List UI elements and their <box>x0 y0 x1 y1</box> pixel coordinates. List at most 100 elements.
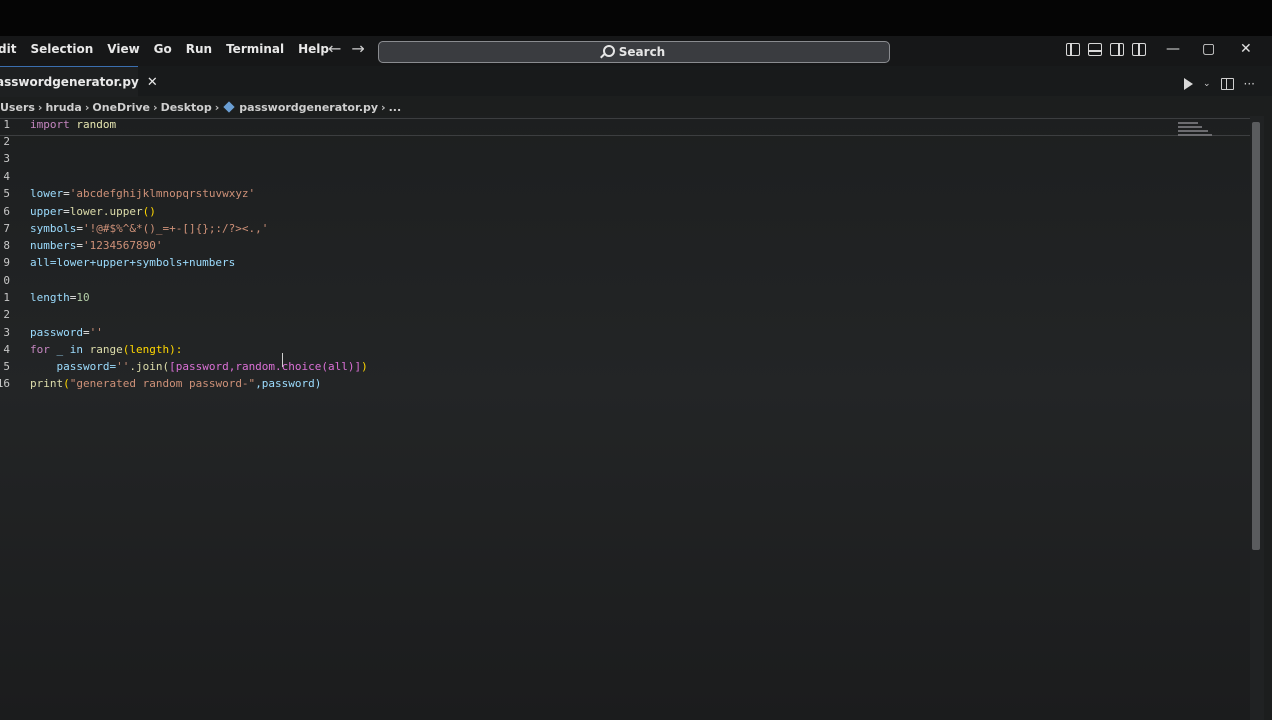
current-line-highlight <box>0 118 1250 136</box>
search-label: Search <box>618 45 666 59</box>
variable: upper <box>30 205 64 218</box>
function-name: print <box>30 377 64 390</box>
chevron-right-icon: › <box>381 100 386 114</box>
parentheses: () <box>142 205 156 218</box>
line-number: 1 <box>3 291 10 304</box>
forward-arrow-icon[interactable]: → <box>351 39 364 58</box>
layout-panel-icon[interactable] <box>1088 43 1102 56</box>
string-literal: "generated random password-" <box>69 377 256 390</box>
close-icon[interactable]: ✕ <box>1240 41 1252 57</box>
layout-controls <box>1066 43 1146 56</box>
string-literal: '1234567890' <box>82 239 163 252</box>
code-line-8: numbers='1234567890' <box>30 239 163 252</box>
line-number: 0 <box>3 274 10 287</box>
code-line-15: password=''.join([password,random.choice… <box>30 360 368 373</box>
chevron-right-icon: › <box>84 100 90 114</box>
line-number: 6 <box>3 205 10 218</box>
layout-sidebar-right-icon[interactable] <box>1110 43 1124 56</box>
back-arrow-icon[interactable]: ← <box>328 39 341 58</box>
screen-bezel <box>0 0 1272 36</box>
menu-go[interactable]: Go <box>154 42 172 60</box>
list-literal: [password,random.choice(all)] <box>169 360 362 373</box>
search-icon <box>602 45 615 57</box>
code-line-13: password='' <box>30 326 103 339</box>
line-number: 9 <box>3 256 10 269</box>
breadcrumb-onedrive[interactable]: OneDrive <box>92 101 150 114</box>
line-number: 3 <box>3 326 10 339</box>
line-number: 2 <box>3 308 10 321</box>
call-expression: lower.upper <box>69 205 143 218</box>
menu-terminal[interactable]: Terminal <box>226 42 284 60</box>
line-number: 8 <box>3 239 10 252</box>
chevron-right-icon: › <box>153 100 158 114</box>
string-literal: '!@#$%^&*()_=+-[]{};:/?><.,' <box>82 222 269 235</box>
line-number: 4 <box>3 170 10 183</box>
line-number: 7 <box>3 222 10 235</box>
string-literal: '' <box>116 360 130 373</box>
line-number: 5 <box>3 187 10 200</box>
editor-tab-bar: asswordgenerator.py ✕ ⌄ ··· <box>0 66 1272 97</box>
code-line-5: lower='abcdefghijklmnopqrstuvwxyz' <box>30 187 256 200</box>
closing-paren: ) <box>361 360 368 373</box>
line-number: 3 <box>3 152 10 165</box>
menu-help[interactable]: Help <box>298 42 329 60</box>
call-args: ,password) <box>255 377 322 390</box>
chevron-right-icon: › <box>37 100 43 114</box>
line-number: 16 <box>0 377 10 390</box>
line-number: 2 <box>3 135 10 148</box>
variable: symbols <box>30 222 77 235</box>
editor-actions: ⌄ ··· <box>1184 77 1255 91</box>
split-editor-icon[interactable] <box>1220 78 1234 90</box>
code-line-11: length=10 <box>30 291 90 304</box>
string-literal: 'abcdefghijklmnopqrstuvwxyz' <box>69 187 256 200</box>
customize-layout-icon[interactable] <box>1132 43 1146 56</box>
minimize-icon[interactable]: — <box>1166 41 1180 57</box>
text-cursor <box>282 353 283 367</box>
more-actions-icon[interactable]: ··· <box>1244 77 1255 91</box>
breadcrumb-hruda[interactable]: hruda <box>45 101 81 114</box>
join-call: .join( <box>129 360 170 373</box>
tab-passwordgenerator[interactable]: asswordgenerator.py ✕ <box>0 66 158 97</box>
tab-close-icon[interactable]: ✕ <box>147 75 158 90</box>
code-editor[interactable]: 1 2 3 4 5 6 7 8 9 0 1 2 3 4 5 16 import … <box>0 116 1250 720</box>
command-center-search[interactable]: Search <box>378 41 890 63</box>
code-line-7: symbols='!@#$%^&*()_=+-[]{};:/?><.,' <box>30 222 269 235</box>
menu-bar: dit Selection View Go Run Terminal Help <box>0 42 343 60</box>
assignment: password= <box>30 360 117 373</box>
string-literal: '' <box>89 326 103 339</box>
variable: lower <box>30 187 64 200</box>
line-number: 4 <box>3 343 10 356</box>
function-name: range <box>89 343 123 356</box>
title-bar: dit Selection View Go Run Terminal Help … <box>0 36 1272 66</box>
restore-icon[interactable]: ▢ <box>1202 41 1215 57</box>
chevron-right-icon: › <box>214 100 220 114</box>
menu-run[interactable]: Run <box>186 42 212 60</box>
breadcrumb-symbols[interactable]: ... <box>389 101 402 114</box>
breadcrumb: Users › hruda › OneDrive › Desktop › passwor… <box>0 98 404 116</box>
line-number: 5 <box>3 360 10 373</box>
menu-view[interactable]: View <box>107 42 139 60</box>
keyword: for <box>30 343 50 356</box>
python-file-icon <box>223 101 235 113</box>
code-line-6: upper=lower.upper() <box>30 205 156 218</box>
tab-label: asswordgenerator.py <box>0 75 139 89</box>
scrollbar-thumb[interactable] <box>1252 122 1260 550</box>
number-literal: 10 <box>76 291 90 304</box>
code-line-14: for _ in range(length): <box>30 343 182 356</box>
code-line-9: all=lower+upper+symbols+numbers <box>30 256 236 269</box>
variable: length <box>30 291 70 304</box>
breadcrumb-users[interactable]: Users <box>0 101 35 114</box>
menu-edit[interactable]: dit <box>0 42 16 60</box>
run-icon[interactable] <box>1184 78 1193 90</box>
variable: numbers <box>30 239 77 252</box>
loop-target: _ in <box>49 343 90 356</box>
layout-sidebar-left-icon[interactable] <box>1066 43 1080 56</box>
breadcrumb-file[interactable]: passwordgenerator.py <box>239 101 378 114</box>
variable: password <box>30 326 83 339</box>
run-dropdown-icon[interactable]: ⌄ <box>1203 79 1211 89</box>
breadcrumb-desktop[interactable]: Desktop <box>161 101 212 114</box>
call-args: (length): <box>122 343 183 356</box>
menu-selection[interactable]: Selection <box>30 42 93 60</box>
code-line-16: print("generated random password-",passw… <box>30 377 322 390</box>
minimap[interactable] <box>1178 122 1214 146</box>
